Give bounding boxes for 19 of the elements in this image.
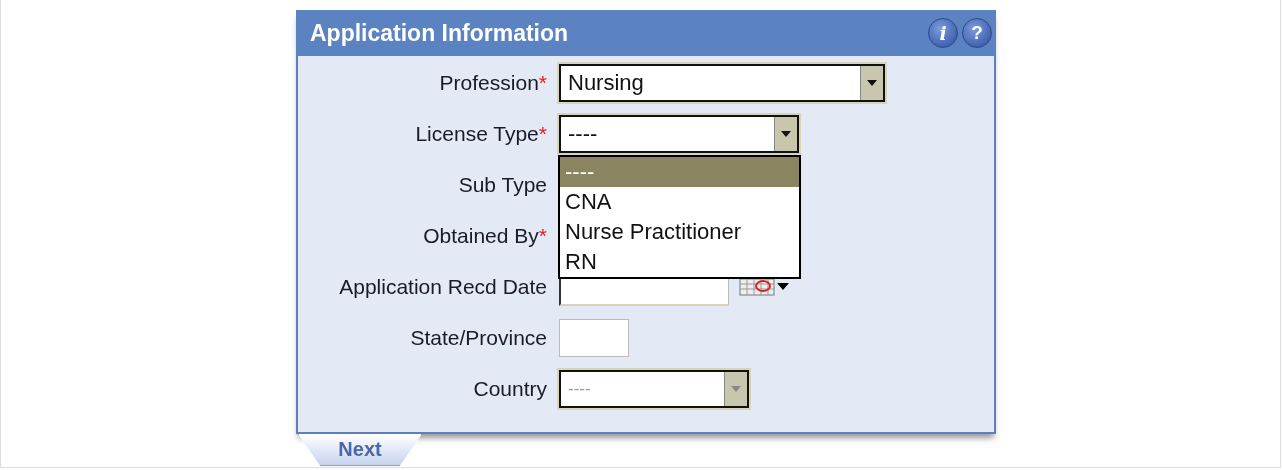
field-label: State/Province xyxy=(410,325,547,350)
dropdown[interactable]: ---- xyxy=(559,114,799,153)
text-field[interactable] xyxy=(559,318,629,357)
required-mark: * xyxy=(538,70,547,95)
panel-title: Application Information xyxy=(310,19,569,47)
dropdown-option[interactable]: RN xyxy=(560,246,799,277)
next-tab[interactable]: Next xyxy=(298,434,422,466)
dropdown[interactable]: Nursing xyxy=(559,63,885,102)
field-label: Sub Type xyxy=(458,172,547,197)
field-label: Profession xyxy=(439,70,539,95)
field-label: Application Recd Date xyxy=(339,274,547,299)
dropdown-option[interactable]: Nurse Practitioner xyxy=(560,216,799,247)
dropdown-option[interactable]: ---- xyxy=(560,156,799,187)
required-mark: * xyxy=(538,121,547,146)
required-mark: * xyxy=(538,223,547,248)
field-label: Country xyxy=(473,376,547,401)
field-label: License Type xyxy=(415,121,539,146)
dropdown-option[interactable]: CNA xyxy=(560,186,799,217)
field-label: Obtained By xyxy=(423,223,539,248)
